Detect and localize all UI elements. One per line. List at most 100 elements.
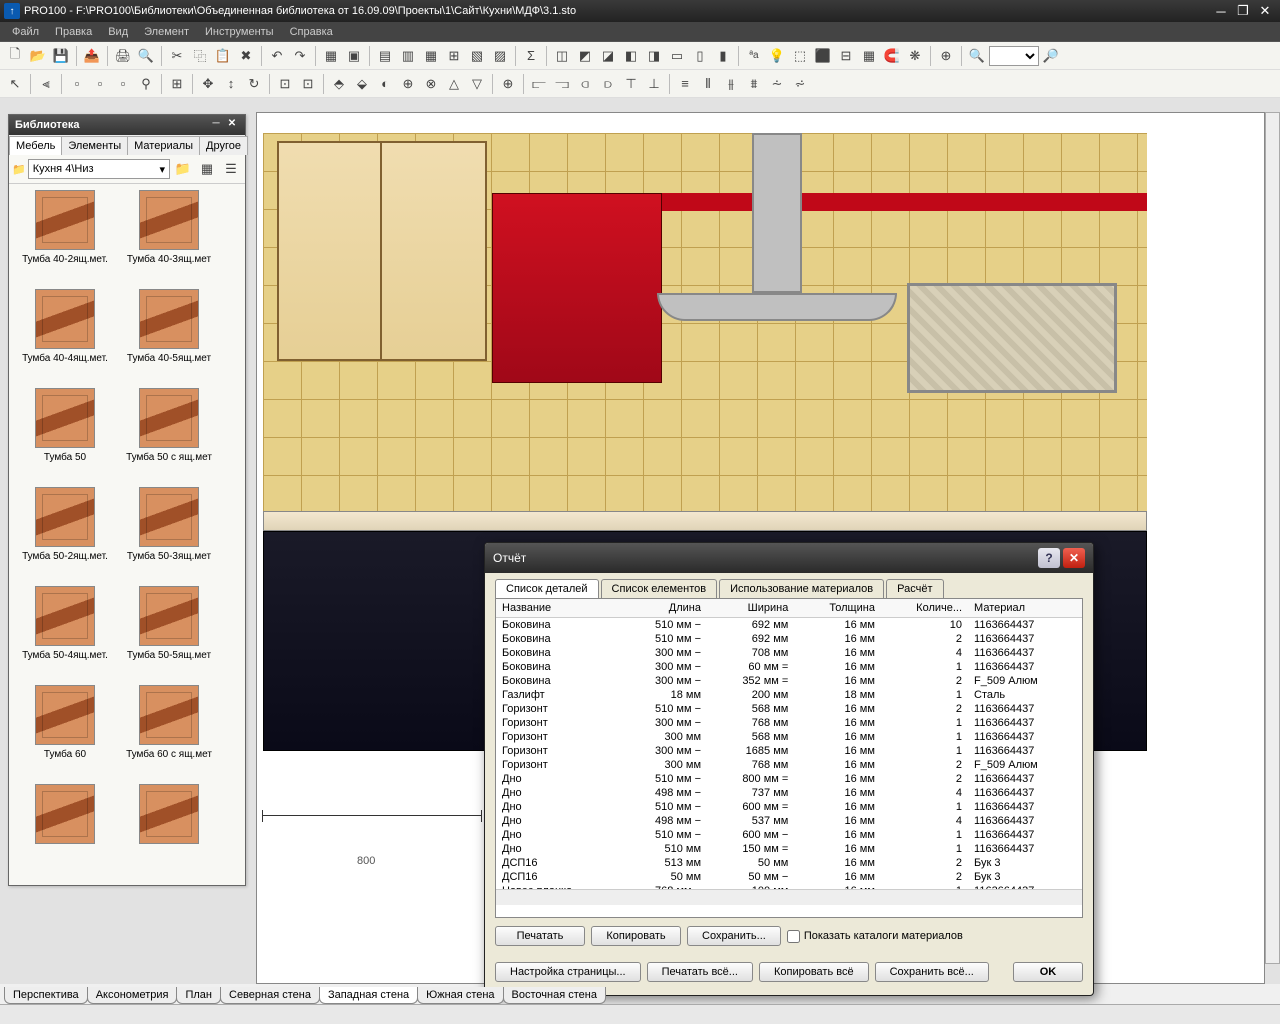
magnet-icon[interactable]: 🧲 <box>881 45 903 67</box>
close-button[interactable]: ✕ <box>1254 2 1276 20</box>
tool-icon[interactable]: ▭ <box>666 45 688 67</box>
zoom-in-icon[interactable]: 🔍 <box>966 45 988 67</box>
select-icon[interactable]: ↖ <box>4 73 26 95</box>
copy-all-button[interactable]: Копировать всё <box>759 962 869 982</box>
align-icon[interactable]: ⊤ <box>620 73 642 95</box>
minimize-button[interactable]: ─ <box>1210 2 1232 20</box>
library-item[interactable] <box>15 784 115 868</box>
dialog-tab[interactable]: Список елементов <box>601 579 718 598</box>
distribute-icon[interactable]: ⩫ <box>789 73 811 95</box>
column-header[interactable]: Длина <box>620 599 707 618</box>
checkbox-input[interactable] <box>787 930 800 943</box>
tool-icon[interactable]: ▯ <box>689 45 711 67</box>
dialog-tab[interactable]: Список деталей <box>495 579 599 598</box>
column-header[interactable]: Ширина <box>707 599 794 618</box>
table-row[interactable]: Горизонт300 мм768 мм16 мм2F_509 Алюм <box>496 758 1082 772</box>
tool-icon[interactable]: ▫ <box>89 73 111 95</box>
table-row[interactable]: Дно498 мм −737 мм16 мм41163664437 <box>496 786 1082 800</box>
library-item[interactable]: Тумба 50-5ящ.мет <box>119 586 219 681</box>
library-tab[interactable]: Элементы <box>61 136 128 155</box>
table-row[interactable]: Дно510 мм150 мм =16 мм11163664437 <box>496 842 1082 856</box>
view-tab[interactable]: Перспектива <box>4 987 88 1004</box>
library-minimize-icon[interactable]: ─ <box>209 118 223 132</box>
library-item[interactable] <box>119 784 219 868</box>
tool-icon[interactable]: ▤ <box>374 45 396 67</box>
redo-icon[interactable]: ↷ <box>289 45 311 67</box>
table-row[interactable]: Дно498 мм −537 мм16 мм41163664437 <box>496 814 1082 828</box>
lightbulb-icon[interactable]: 💡 <box>766 45 788 67</box>
view-tab[interactable]: Аксонометрия <box>87 987 178 1004</box>
zoom-out-icon[interactable]: 🔎 <box>1040 45 1062 67</box>
distribute-icon[interactable]: ⩪ <box>766 73 788 95</box>
table-row[interactable]: Горизонт510 мм −568 мм16 мм21163664437 <box>496 702 1082 716</box>
library-tab[interactable]: Другое <box>199 136 248 155</box>
menuitem[interactable]: Инструменты <box>197 24 282 40</box>
dialog-titlebar[interactable]: Отчёт ? ✕ <box>485 543 1093 573</box>
table-row[interactable]: Боковина300 мм −352 мм =16 мм2F_509 Алюм <box>496 674 1082 688</box>
menuitem[interactable]: Правка <box>47 24 100 40</box>
dialog-tab[interactable]: Расчёт <box>886 579 943 598</box>
view-tab[interactable]: Южная стена <box>417 987 503 1004</box>
view-list-icon[interactable]: ☰ <box>220 158 242 180</box>
column-header[interactable]: Толщина <box>794 599 881 618</box>
show-catalogs-checkbox[interactable]: Показать каталоги материалов <box>787 930 963 943</box>
tool-icon[interactable]: ▧ <box>466 45 488 67</box>
tool-icon[interactable]: ◧ <box>620 45 642 67</box>
save-all-button[interactable]: Сохранить всё... <box>875 962 989 982</box>
table-row[interactable]: Газлифт18 мм200 мм18 мм1Сталь <box>496 688 1082 702</box>
library-item[interactable]: Тумба 50 с ящ.мет <box>119 388 219 483</box>
align-icon[interactable]: ⫎ <box>551 73 573 95</box>
sum-icon[interactable]: Σ <box>520 45 542 67</box>
move-icon[interactable]: ✥ <box>197 73 219 95</box>
copy-button[interactable]: Копировать <box>591 926 681 946</box>
align-icon[interactable]: ⊥ <box>643 73 665 95</box>
view-large-icon[interactable]: ▦ <box>196 158 218 180</box>
menuitem[interactable]: Файл <box>4 24 47 40</box>
view-tab[interactable]: Восточная стена <box>503 987 606 1004</box>
tool-icon[interactable]: ▦ <box>420 45 442 67</box>
zoom-combo[interactable] <box>989 46 1039 66</box>
tool-icon[interactable]: ▫ <box>112 73 134 95</box>
up-folder-icon[interactable]: 📁 <box>172 158 194 180</box>
table-row[interactable]: Дно510 мм −800 мм =16 мм21163664437 <box>496 772 1082 786</box>
tool-icon[interactable]: ⊕ <box>497 73 519 95</box>
menuitem[interactable]: Справка <box>282 24 341 40</box>
delete-icon[interactable]: ✖ <box>235 45 257 67</box>
tool-icon[interactable]: ▫ <box>66 73 88 95</box>
tool-icon[interactable]: ◨ <box>643 45 665 67</box>
tool-icon[interactable]: ◩ <box>574 45 596 67</box>
tool-icon[interactable]: ⊡ <box>297 73 319 95</box>
tool-icon[interactable]: ◐ <box>374 73 396 95</box>
print-preview-icon[interactable]: 🔍 <box>135 45 157 67</box>
table-horizontal-scrollbar[interactable] <box>496 889 1082 905</box>
distribute-icon[interactable]: ⫴ <box>697 73 719 95</box>
save-button[interactable]: Сохранить... <box>687 926 781 946</box>
library-item[interactable]: Тумба 50 <box>15 388 115 483</box>
distribute-icon[interactable]: ⩩ <box>743 73 765 95</box>
view-tab[interactable]: План <box>176 987 221 1004</box>
undo-icon[interactable]: ↶ <box>266 45 288 67</box>
table-row[interactable]: Горизонт300 мм568 мм16 мм11163664437 <box>496 730 1082 744</box>
tool-icon[interactable]: ⬘ <box>328 73 350 95</box>
library-item[interactable]: Тумба 40-5ящ.мет <box>119 289 219 384</box>
library-item[interactable]: Тумба 60 с ящ.мет <box>119 685 219 780</box>
tool-icon[interactable]: ▣ <box>343 45 365 67</box>
print-button[interactable]: Печатать <box>495 926 585 946</box>
tool-icon[interactable]: ⊡ <box>274 73 296 95</box>
tool-icon[interactable]: △ <box>443 73 465 95</box>
table-row[interactable]: Боковина300 мм −708 мм16 мм41163664437 <box>496 646 1082 660</box>
cut-icon[interactable]: ✂ <box>166 45 188 67</box>
library-item[interactable]: Тумба 40-3ящ.мет <box>119 190 219 285</box>
tool-icon[interactable]: ▨ <box>489 45 511 67</box>
library-item[interactable]: Тумба 50-4ящ.мет. <box>15 586 115 681</box>
tool-icon[interactable]: ◫ <box>551 45 573 67</box>
tool-icon[interactable]: ⊞ <box>166 73 188 95</box>
library-tab[interactable]: Материалы <box>127 136 200 155</box>
table-row[interactable]: Боковина300 мм −60 мм =16 мм11163664437 <box>496 660 1082 674</box>
open-file-icon[interactable]: 📂 <box>27 45 49 67</box>
align-icon[interactable]: ⫍ <box>528 73 550 95</box>
table-row[interactable]: Боковина510 мм −692 мм16 мм21163664437 <box>496 632 1082 646</box>
tool-icon[interactable]: ⊗ <box>420 73 442 95</box>
distribute-icon[interactable]: ≡ <box>674 73 696 95</box>
menuitem[interactable]: Вид <box>100 24 136 40</box>
